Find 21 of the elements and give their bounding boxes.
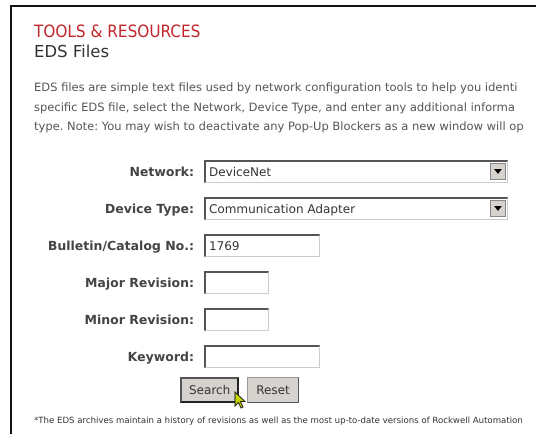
field-label: Device Type: <box>104 200 195 216</box>
description-line: EDS files are simple text files used by network configuration tools to help you identi <box>34 79 518 96</box>
search-button[interactable]: Search <box>180 376 240 402</box>
page-title: EDS Files <box>34 42 110 62</box>
field-label: Minor Revision: <box>84 312 195 326</box>
input-field[interactable] <box>204 308 269 330</box>
field-label: Keyword: <box>126 348 195 364</box>
field-label: Bulletin/Catalog No.: <box>46 238 195 252</box>
footnote: *The EDS archives maintain a history of revisions as well as the most up-to-date versions of Rockwell Automation <box>34 416 523 426</box>
dropdown[interactable]: Communication Adapter <box>204 196 508 220</box>
input-field[interactable] <box>204 344 320 368</box>
input-field[interactable]: 1769 <box>204 234 320 256</box>
dropdown[interactable]: DeviceNet <box>204 160 508 182</box>
field-label: Major Revision: <box>84 274 195 290</box>
description-line: type. Note: You may wish to deactivate any Pop-Up Blockers as a new window will op <box>34 118 524 135</box>
input-field[interactable] <box>204 270 269 294</box>
section-heading: TOOLS & RESOURCES <box>34 22 200 42</box>
mouse-pointer-icon <box>234 390 246 408</box>
description-line: specific EDS file, select the Network, Device Type, and enter any additional informa <box>34 98 515 116</box>
field-label: Network: <box>128 164 195 178</box>
reset-button[interactable]: Reset <box>247 376 299 402</box>
